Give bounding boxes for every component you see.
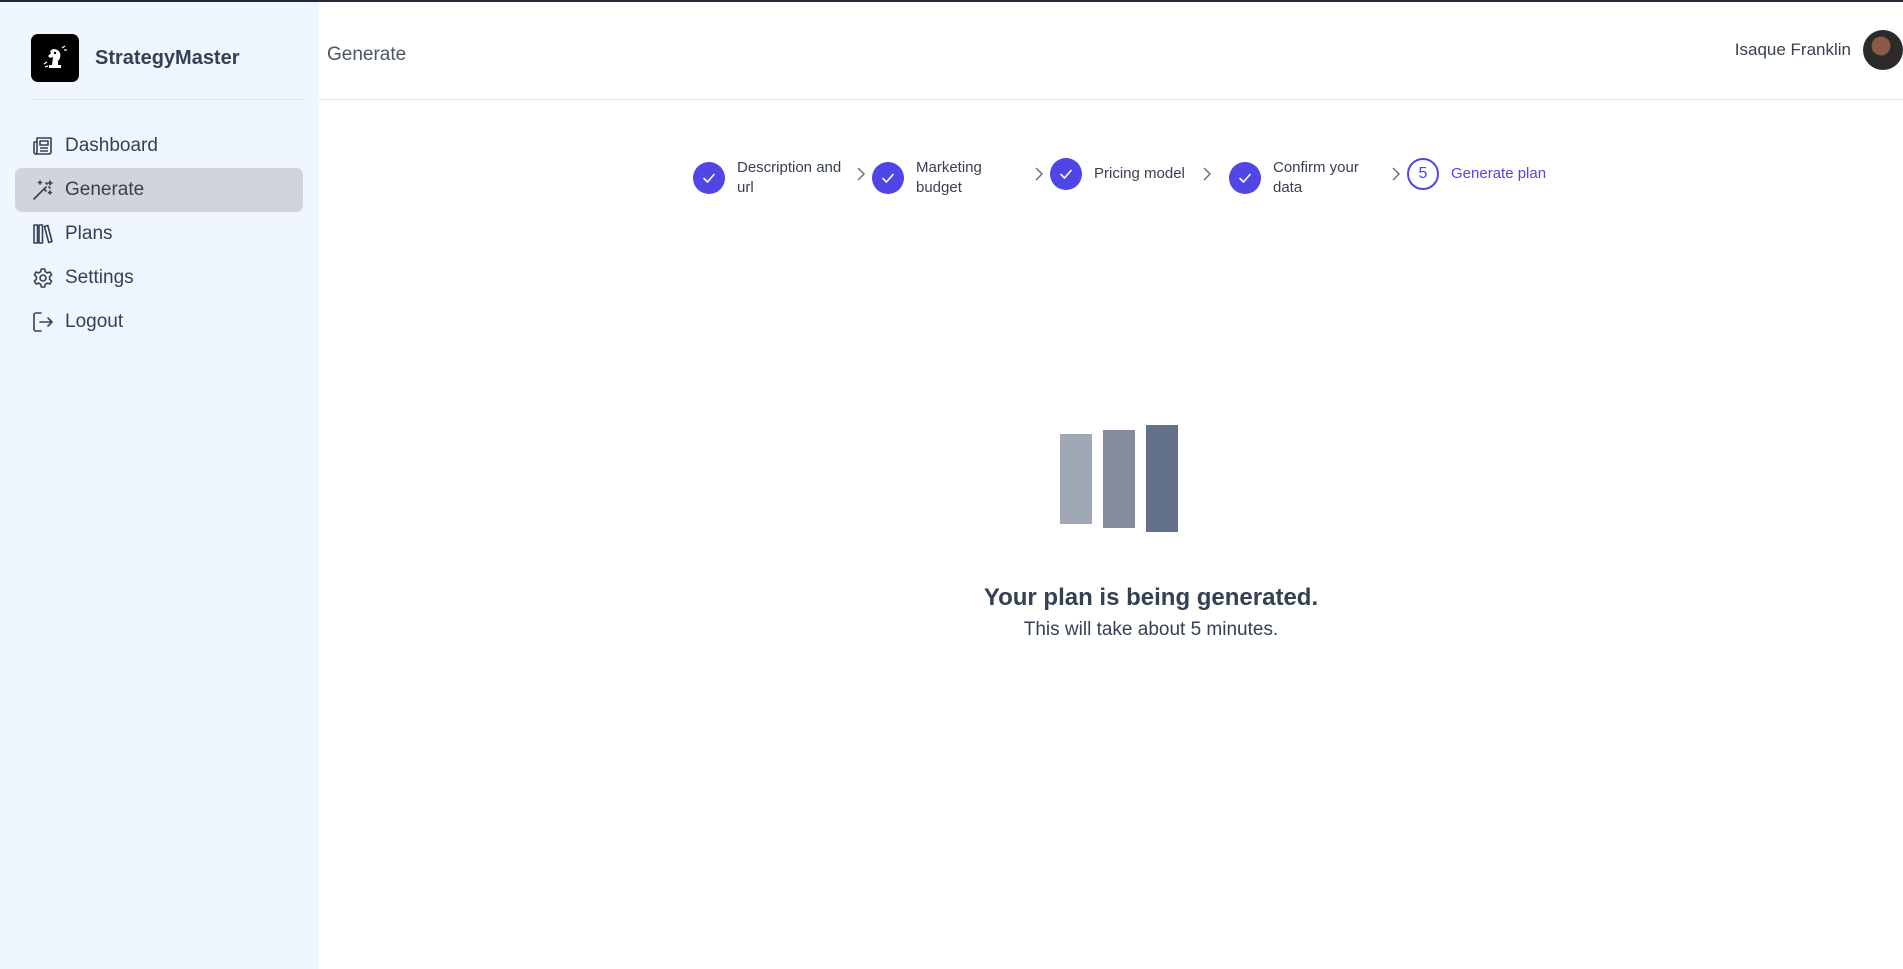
magic-wand-icon <box>31 178 55 202</box>
chevron-right-icon <box>855 166 867 187</box>
sidebar-nav: Dashboard Generate Plans Settings Logout <box>15 124 303 344</box>
sidebar-item-label: Plans <box>65 223 113 244</box>
step-marketing-budget[interactable]: Marketing budget <box>872 158 1006 198</box>
check-icon <box>1229 162 1261 194</box>
chevron-right-icon <box>1390 166 1402 187</box>
step-label: Confirm your data <box>1273 159 1359 196</box>
step-pricing-model[interactable]: Pricing model <box>1050 158 1185 190</box>
status-subtitle: This will take about 5 minutes. <box>1023 619 1279 640</box>
gear-icon <box>31 266 55 290</box>
sidebar-item-plans[interactable]: Plans <box>15 212 303 256</box>
step-label: Marketing budget <box>916 159 982 196</box>
step-label: Description and url <box>737 159 842 196</box>
sidebar-item-dashboard[interactable]: Dashboard <box>15 124 303 168</box>
logout-icon <box>31 310 55 334</box>
newspaper-icon <box>31 134 55 158</box>
step-number: 5 <box>1407 158 1439 190</box>
step-label: Pricing model <box>1094 165 1185 182</box>
sidebar-item-label: Generate <box>65 179 145 200</box>
check-icon <box>693 162 725 194</box>
sidebar: StrategyMaster Dashboard Generate Plans … <box>0 2 319 969</box>
brand-name: StrategyMaster <box>95 47 240 69</box>
sidebar-item-settings[interactable]: Settings <box>15 256 303 300</box>
check-icon <box>872 162 904 194</box>
step-generate-plan[interactable]: 5 Generate plan <box>1407 158 1546 190</box>
sidebar-item-generate[interactable]: Generate <box>15 168 303 212</box>
loader-bar <box>1146 425 1178 532</box>
step-description-and-url[interactable]: Description and url <box>693 158 852 198</box>
status-title: Your plan is being generated. <box>983 584 1319 611</box>
loader-bar <box>1060 434 1092 524</box>
top-header: Generate Isaque Franklin <box>319 2 1903 100</box>
step-confirm-your-data[interactable]: Confirm your data <box>1229 158 1373 198</box>
page-title: Generate <box>327 44 407 65</box>
chess-knight-logo-icon <box>31 34 79 82</box>
user-menu[interactable]: Isaque Franklin <box>1735 30 1903 70</box>
sidebar-item-label: Logout <box>65 311 124 332</box>
check-icon <box>1050 158 1082 190</box>
brand[interactable]: StrategyMaster <box>31 34 303 100</box>
books-icon <box>31 222 55 246</box>
avatar[interactable] <box>1863 30 1903 70</box>
sidebar-item-label: Dashboard <box>65 135 158 156</box>
sidebar-item-logout[interactable]: Logout <box>15 300 303 344</box>
user-name: Isaque Franklin <box>1734 40 1851 59</box>
sidebar-item-label: Settings <box>65 267 134 288</box>
chevron-right-icon <box>1201 166 1213 187</box>
chevron-right-icon <box>1033 166 1045 187</box>
loading-bars-icon <box>1060 425 1180 535</box>
generation-status: Your plan is being generated. This will … <box>319 584 1903 641</box>
step-label: Generate plan <box>1451 165 1547 182</box>
loader-bar <box>1103 430 1135 528</box>
